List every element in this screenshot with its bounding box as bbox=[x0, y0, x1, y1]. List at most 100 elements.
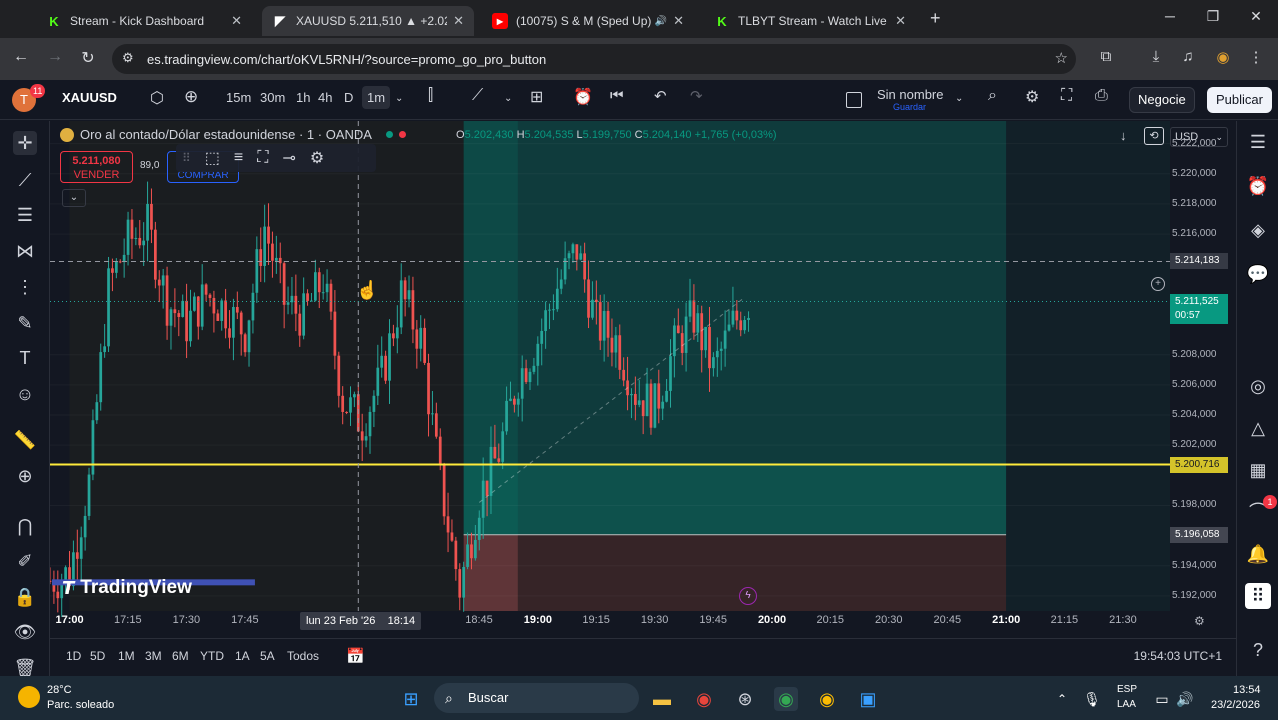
magnet-icon[interactable]: ⋂ bbox=[13, 514, 37, 538]
file-explorer-icon[interactable]: ▬ bbox=[650, 687, 674, 711]
remote-app-icon[interactable]: ▣ bbox=[856, 687, 880, 711]
tab-close-icon[interactable]: ✕ bbox=[231, 13, 242, 29]
browser-tab[interactable]: ◤ XAUUSD 5.211,510 ▲ +2.02% Sin ✕ bbox=[262, 6, 474, 36]
fib-retracement-icon[interactable]: ☰ bbox=[13, 203, 37, 227]
close-window-icon[interactable]: ✕ bbox=[1241, 8, 1271, 25]
trade-button[interactable]: Negocie bbox=[1129, 87, 1195, 113]
calendar-icon[interactable]: ▦ bbox=[1245, 457, 1271, 483]
forward-icon[interactable]: → bbox=[44, 48, 66, 66]
comment-icon[interactable]: ⬚ bbox=[205, 148, 220, 168]
emoji-icon[interactable]: ☺ bbox=[13, 382, 37, 406]
tab-audio-icon[interactable]: 🔊 bbox=[655, 16, 667, 27]
lock-drawings-icon[interactable]: 🔒 bbox=[13, 585, 37, 609]
interval-D[interactable]: D bbox=[344, 90, 353, 105]
flash-event-icon[interactable]: ϟ bbox=[739, 587, 757, 605]
interval-30m[interactable]: 30m bbox=[260, 90, 285, 105]
utc-clock[interactable]: 19:54:03 UTC+1 bbox=[1134, 649, 1222, 663]
indicators-icon[interactable]: ⟋ bbox=[472, 87, 483, 105]
notifications-bell-icon[interactable]: 🔔 bbox=[1245, 541, 1271, 567]
lang-line1[interactable]: ESP bbox=[1117, 684, 1137, 695]
drag-handle-icon[interactable]: ⠿ bbox=[182, 151, 191, 165]
browser-tab[interactable]: K Stream - Kick Dashboard ✕ bbox=[36, 6, 252, 36]
steam-icon[interactable]: ⊛ bbox=[733, 687, 757, 711]
interval-15m[interactable]: 15m bbox=[226, 90, 251, 105]
compare-add-icon[interactable]: ⊕ bbox=[184, 87, 198, 107]
site-info-icon[interactable]: ⚙ bbox=[122, 50, 134, 66]
hide-drawings-icon[interactable]: 👁 bbox=[13, 620, 37, 644]
trend-line-icon[interactable]: ⟋ bbox=[13, 168, 37, 192]
interval-1h[interactable]: 1h bbox=[296, 90, 310, 105]
browser-tab[interactable]: ▶ (10075) S & M (Sped Up) - Y 🔊 ✕ bbox=[482, 6, 694, 36]
network-icon[interactable]: ▭ bbox=[1150, 687, 1174, 711]
chrome-profile-icon[interactable]: ◉ bbox=[774, 687, 798, 711]
interval-4h[interactable]: 4h bbox=[318, 90, 332, 105]
sell-button[interactable]: 5.211,080 VENDER bbox=[60, 151, 133, 183]
extensions-icon[interactable]: ⧉ bbox=[1095, 48, 1117, 65]
pattern-tool-icon[interactable]: ⋈ bbox=[13, 239, 37, 263]
chrome-menu-icon[interactable]: ⋮ bbox=[1245, 48, 1267, 66]
range-3m[interactable]: 3M bbox=[145, 649, 162, 663]
chrome-alt-icon[interactable]: ◉ bbox=[815, 687, 839, 711]
range-ytd[interactable]: YTD bbox=[200, 649, 224, 663]
layout-grid-icon[interactable]: ⊞ bbox=[530, 87, 543, 107]
scroll-to-latest-icon[interactable]: ↓ bbox=[1120, 128, 1127, 143]
restore-icon[interactable]: ❐ bbox=[1198, 8, 1228, 25]
price-chart[interactable] bbox=[50, 121, 1236, 638]
frame-icon[interactable]: ⛶ bbox=[257, 149, 268, 167]
minimize-icon[interactable]: ─ bbox=[1155, 8, 1185, 24]
tab-close-icon[interactable]: ✕ bbox=[453, 13, 464, 29]
go-to-date-icon[interactable]: 📅 bbox=[346, 647, 365, 665]
indicators-dropdown-icon[interactable]: ⌄ bbox=[504, 93, 512, 104]
layout-name[interactable]: Sin nombre bbox=[877, 87, 943, 102]
auto-scale-icon[interactable]: ⟲ bbox=[1144, 127, 1164, 145]
profile-avatar-icon[interactable]: ◉ bbox=[1212, 48, 1234, 66]
apps-grid-icon[interactable]: ⠿ bbox=[1245, 583, 1271, 609]
interval-1m[interactable]: 1m bbox=[362, 86, 391, 109]
ruler-icon[interactable]: 📏 bbox=[13, 428, 37, 452]
hotlist-icon[interactable]: ◎ bbox=[1245, 373, 1271, 399]
taskbar-search[interactable]: ⌕ Buscar bbox=[434, 683, 639, 713]
weather-temp[interactable]: 28°C bbox=[47, 684, 72, 696]
redo-icon[interactable]: ↷ bbox=[690, 87, 703, 105]
alert-icon[interactable]: ⏰ bbox=[573, 87, 593, 107]
volume-icon[interactable]: 🔊 bbox=[1173, 687, 1197, 711]
save-label[interactable]: Guardar bbox=[893, 102, 926, 112]
range-6m[interactable]: 6M bbox=[172, 649, 189, 663]
download-icon[interactable]: ⤓ bbox=[1145, 48, 1167, 65]
timezone-gear-icon[interactable]: ⚙ bbox=[1194, 614, 1205, 628]
fullscreen-icon[interactable]: ⛶ bbox=[1061, 87, 1072, 105]
interval-dropdown-icon[interactable]: ⌄ bbox=[395, 93, 403, 104]
series-legend[interactable]: Oro al contado/Dólar estadounidense · 1 … bbox=[60, 127, 406, 142]
settings-gear-icon[interactable]: ⚙ bbox=[1025, 87, 1039, 107]
line-style-icon[interactable]: ⊸ bbox=[282, 148, 295, 168]
new-tab-button[interactable]: + bbox=[930, 8, 941, 29]
undo-icon[interactable]: ↶ bbox=[654, 87, 667, 105]
range-1m[interactable]: 1M bbox=[118, 649, 135, 663]
weather-desc[interactable]: Parc. soleado bbox=[47, 699, 114, 711]
range-1a[interactable]: 1A bbox=[235, 649, 250, 663]
taskbar-time[interactable]: 13:54 bbox=[1233, 684, 1261, 696]
tab-close-icon[interactable]: ✕ bbox=[895, 13, 906, 29]
tab-close-icon[interactable]: ✕ bbox=[673, 13, 684, 29]
ideas-icon[interactable]: △ bbox=[1245, 415, 1271, 441]
symbol-settings-icon[interactable]: ⬡ bbox=[150, 88, 164, 108]
watchlist-icon[interactable]: ☰ bbox=[1245, 129, 1271, 155]
stay-in-draw-mode-icon[interactable]: ✐ bbox=[13, 549, 37, 573]
lang-line2[interactable]: LAA bbox=[1117, 699, 1136, 710]
layout-dropdown-icon[interactable]: ⌄ bbox=[955, 93, 963, 104]
help-icon[interactable]: ? bbox=[1245, 637, 1271, 663]
bookmark-star-icon[interactable]: ☆ bbox=[1055, 49, 1068, 67]
zoom-in-icon[interactable]: ⊕ bbox=[13, 464, 37, 488]
snapshot-camera-icon[interactable]: ⎙ bbox=[1095, 87, 1108, 105]
quick-search-icon[interactable]: ⌕ bbox=[988, 87, 997, 105]
replay-icon[interactable]: ⏮ bbox=[610, 87, 624, 104]
symbol-search[interactable]: XAUUSD bbox=[62, 90, 117, 105]
media-control-icon[interactable]: ♫ bbox=[1177, 48, 1199, 65]
tray-chevron-icon[interactable]: ⌃ bbox=[1050, 687, 1074, 711]
add-alert-plus-icon[interactable]: + bbox=[1151, 277, 1165, 291]
url-input[interactable]: ⚙ es.tradingview.com/chart/oKVL5RNH/?sou… bbox=[112, 44, 1076, 74]
long-position-tool[interactable] bbox=[463, 121, 1170, 611]
range-5d[interactable]: 5D bbox=[90, 649, 105, 663]
range-todos[interactable]: Todos bbox=[287, 649, 319, 663]
object-settings-icon[interactable]: ⚙ bbox=[310, 148, 324, 168]
